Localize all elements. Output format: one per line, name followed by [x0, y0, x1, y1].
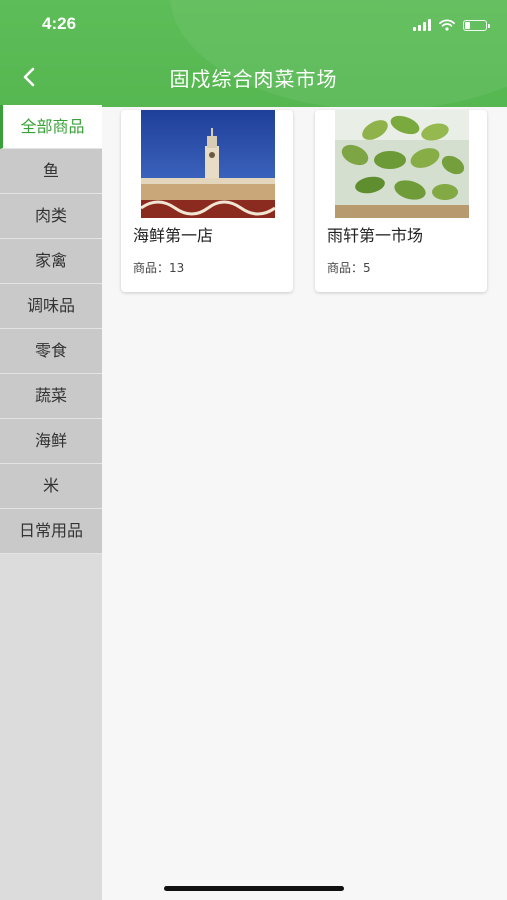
store-product-count: 商品：5 [327, 261, 371, 275]
status-time: 4:26 [42, 14, 77, 33]
category-item-fish[interactable]: 鱼 [0, 149, 102, 194]
status-icons [413, 17, 490, 33]
store-card[interactable]: 雨轩第一市场 商品：5 [315, 110, 487, 292]
store-name: 海鲜第一店 [133, 226, 214, 245]
category-item-rice[interactable]: 米 [0, 464, 102, 509]
category-item-poultry[interactable]: 家禽 [0, 239, 102, 284]
home-indicator[interactable] [164, 886, 344, 891]
store-image [335, 110, 469, 218]
app-header: 4:26 固戍综合肉菜市场 [0, 0, 507, 107]
store-list: 海鲜第一店 商品：13 雨轩第一市场 商品：5 [102, 107, 507, 900]
store-name: 雨轩第一市场 [327, 226, 424, 245]
store-product-count: 商品：13 [133, 261, 185, 275]
category-item-meat[interactable]: 肉类 [0, 194, 102, 239]
cellular-signal-icon [413, 19, 431, 31]
store-card[interactable]: 海鲜第一店 商品：13 [121, 110, 293, 292]
store-image [141, 110, 275, 218]
category-item-seasoning[interactable]: 调味品 [0, 284, 102, 329]
category-item-daily-goods[interactable]: 日常用品 [0, 509, 102, 554]
wifi-icon [439, 19, 455, 31]
category-item-snacks[interactable]: 零食 [0, 329, 102, 374]
category-item-seafood[interactable]: 海鲜 [0, 419, 102, 464]
category-sidebar: 全部商品 鱼 肉类 家禽 调味品 零食 蔬菜 海鲜 米 日常用品 [0, 105, 102, 900]
category-item-all[interactable]: 全部商品 [0, 105, 102, 149]
category-item-vegetables[interactable]: 蔬菜 [0, 374, 102, 419]
battery-icon [463, 19, 490, 31]
page-title: 固戍综合肉菜市场 [169, 67, 338, 91]
